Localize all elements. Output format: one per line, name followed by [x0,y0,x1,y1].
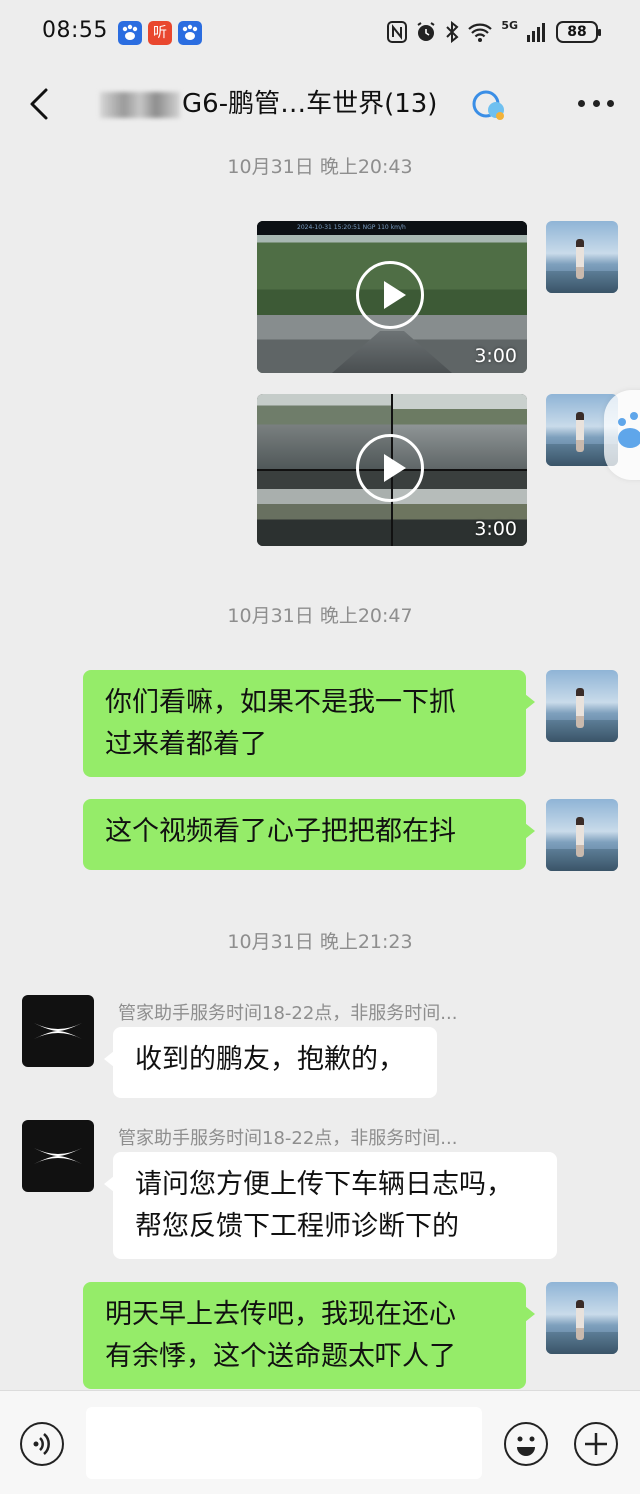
redacted-name [100,91,180,118]
xpeng-logo-avatar[interactable] [22,1120,94,1192]
status-time: 08:55 [42,18,108,43]
other-message-bubble[interactable]: 收到的鹏友，抱歉的， [104,1027,437,1098]
self-message-bubble[interactable]: 明天早上去传吧，我现在还心 有余悸，这个送命题太吓人了 [83,1282,535,1389]
timestamp: 10月31日 晚上20:43 [227,156,413,178]
baidu-paw-icon [118,21,142,45]
message-input[interactable] [86,1407,482,1479]
video-message[interactable]: 2024-10-31 15:20:51 NGP 110 km/h 3:00 [257,221,527,373]
xpeng-logo-avatar[interactable] [22,995,94,1067]
self-message-bubble[interactable]: 你们看嘛，如果不是我一下抓 过来着都着了 [83,670,535,777]
other-message-bubble[interactable]: 请问您方便上传下车辆日志吗， 帮您反馈下工程师诊断下的 [104,1152,557,1259]
self-avatar[interactable] [546,799,618,871]
status-bar: 08:55 听 5G 88 [0,0,640,64]
signal-icon [527,23,545,42]
timestamp: 10月31日 晚上21:23 [227,931,413,953]
group-chat-icon[interactable] [470,88,510,122]
timestamp: 10月31日 晚上20:47 [227,605,413,627]
battery-indicator: 88 [556,21,601,43]
input-bar [0,1390,640,1494]
floating-assistant-icon[interactable] [604,390,640,480]
network-type: 5G [501,18,518,32]
chat-header: G6-鹏管…车世界(13) [0,64,640,144]
ting-app-icon: 听 [148,21,172,45]
video-duration: 3:00 [474,345,517,367]
self-message-bubble[interactable]: 这个视频看了心子把把都在抖 [83,799,535,870]
sender-name: 管家助手服务时间18-22点，非服务时间... [118,1128,458,1149]
self-avatar[interactable] [546,1282,618,1354]
nfc-icon [387,21,408,43]
baidu-paw-icon [178,21,202,45]
video-duration: 3:00 [474,518,517,540]
video-hud: 2024-10-31 15:20:51 NGP 110 km/h [257,221,527,235]
self-avatar[interactable] [546,221,618,293]
voice-input-button[interactable] [20,1422,64,1466]
wifi-icon [468,23,493,42]
more-functions-button[interactable] [574,1422,618,1466]
self-avatar[interactable] [546,670,618,742]
play-icon[interactable] [356,434,424,502]
bluetooth-icon [446,21,459,43]
chat-title-text: G6-鹏管…车世界(13) [182,89,438,119]
more-options-icon[interactable] [578,100,614,110]
emoji-button[interactable] [504,1422,548,1466]
chat-title[interactable]: G6-鹏管…车世界(13) [100,82,437,126]
sender-name: 管家助手服务时间18-22点，非服务时间... [118,1003,458,1024]
alarm-icon [417,22,435,41]
play-icon[interactable] [356,261,424,329]
status-icons: 5G 88 [387,18,601,45]
back-arrow-icon[interactable] [20,82,60,126]
video-message[interactable]: 3:00 [257,394,527,546]
